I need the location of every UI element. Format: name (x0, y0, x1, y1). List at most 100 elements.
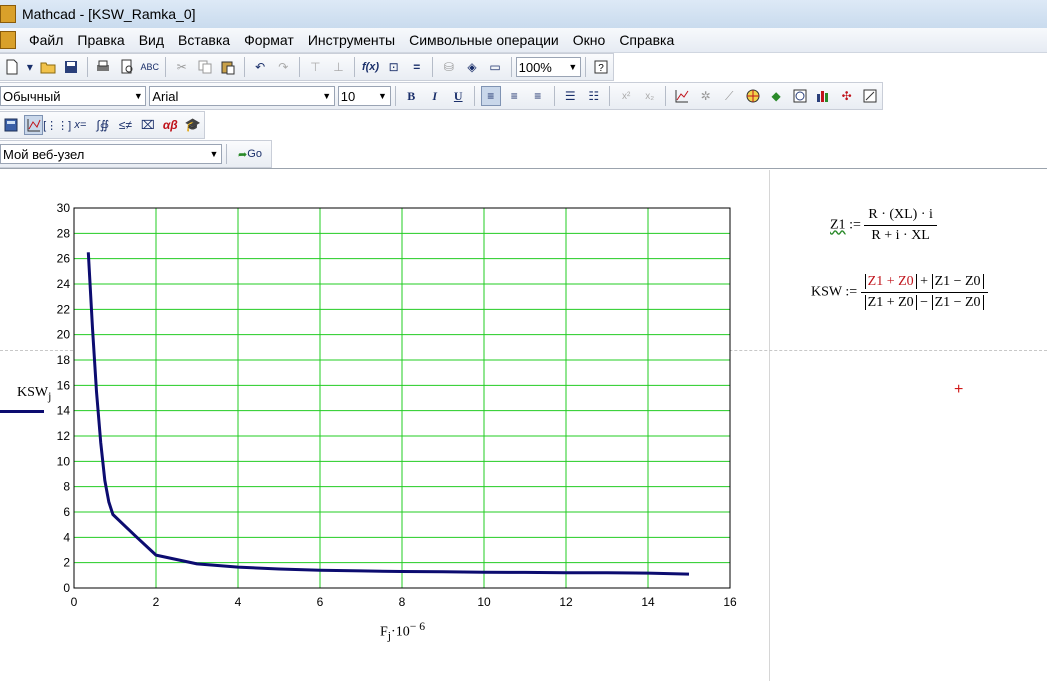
numbered-list-icon[interactable]: ☷ (584, 86, 604, 106)
new-dropdown-chevron-icon[interactable]: ▾ (25, 57, 35, 77)
help-icon[interactable]: ? (592, 57, 611, 77)
menu-view[interactable]: Вид (132, 32, 171, 48)
vector-field-icon[interactable]: ✣ (837, 86, 857, 106)
bullet-list-icon[interactable]: ☰ (560, 86, 580, 106)
separator (86, 57, 88, 77)
menu-edit[interactable]: Правка (70, 32, 131, 48)
cut-icon[interactable]: ✂ (172, 57, 191, 77)
programming-icon[interactable]: ⌧ (139, 115, 157, 135)
insert-function-icon[interactable]: f(x) (361, 57, 380, 77)
3d-scatter-icon[interactable]: ◆ (766, 86, 786, 106)
matrix-icon[interactable]: [⋮⋮] (43, 115, 71, 135)
plus-operator: + (920, 274, 929, 289)
x-tick-label: 0 (71, 595, 78, 609)
menu-help[interactable]: Справка (612, 32, 681, 48)
separator (609, 86, 611, 106)
evaluation-icon[interactable]: x= (71, 115, 89, 135)
menu-file[interactable]: Файл (22, 32, 70, 48)
menu-format[interactable]: Формат (237, 32, 301, 48)
window-title: Mathcad - [KSW_Ramka_0] (22, 6, 196, 22)
go-button[interactable]: ➦ Go (233, 144, 267, 164)
x-tick-label: 12 (559, 595, 573, 609)
print-preview-icon[interactable] (117, 57, 136, 77)
chevron-down-icon: ▼ (322, 91, 332, 101)
greek-icon[interactable]: αβ (161, 115, 179, 135)
font-size-select[interactable]: 10 ▼ (337, 86, 391, 106)
style-select[interactable]: Обычный ▼ (0, 86, 147, 106)
contour-plot-icon[interactable] (743, 86, 763, 106)
bold-button[interactable]: B (401, 86, 421, 106)
z1-numerator: R · (XL) · i (868, 207, 933, 222)
web-location-select[interactable]: Мой веб-узел ▼ (0, 144, 222, 164)
ksw-fraction: Z1 + Z0 + Z1 − Z0 Z1 + Z0 − Z1 − Z0 (860, 272, 988, 313)
align-left-icon[interactable]: ≡ (480, 86, 501, 106)
show-region-icon[interactable]: ▭ (486, 57, 505, 77)
graph-toolbar-icon[interactable] (24, 115, 44, 135)
zoom-select[interactable]: 100% ▼ (515, 57, 581, 77)
calculus-icon[interactable]: ∫∯ (94, 115, 112, 135)
open-folder-icon[interactable] (39, 57, 58, 77)
save-icon[interactable] (62, 57, 81, 77)
menu-insert[interactable]: Вставка (171, 32, 237, 48)
3d-bar-icon[interactable] (790, 86, 810, 106)
calculate-icon[interactable]: = (407, 57, 426, 77)
underline-button[interactable]: U (448, 86, 468, 106)
font-select[interactable]: Arial ▼ (149, 86, 335, 106)
web-location-value: Мой веб-узел (3, 146, 85, 162)
new-document-icon[interactable] (2, 57, 21, 77)
y-tick-label: 16 (57, 378, 71, 392)
menu-window[interactable]: Окно (566, 32, 613, 48)
chevron-down-icon: ▼ (378, 91, 387, 101)
insert-unit-icon[interactable]: ⊡ (384, 57, 403, 77)
y-tick-label: 4 (63, 530, 70, 544)
y-tick-label: 18 (57, 353, 71, 367)
subscript-icon[interactable]: x₂ (640, 86, 660, 106)
y-tick-label: 28 (57, 226, 71, 240)
menu-symbolics[interactable]: Символьные операции (402, 32, 566, 48)
x-tick-label: 8 (399, 595, 406, 609)
separator (243, 57, 245, 77)
separator (584, 57, 586, 77)
surface-plot-icon[interactable]: ⟋ (719, 86, 739, 106)
align-down-icon[interactable]: ⊥ (329, 57, 348, 77)
print-icon[interactable] (94, 57, 113, 77)
insert-component-icon[interactable]: ⛁ (439, 57, 458, 77)
align-center-icon[interactable]: ≡ (505, 86, 525, 106)
separator (394, 86, 396, 106)
y-tick-label: 8 (63, 480, 70, 494)
paste-icon[interactable] (218, 57, 237, 77)
separator (473, 86, 475, 106)
redo-icon[interactable]: ↷ (274, 57, 293, 77)
calculator-icon[interactable] (2, 115, 20, 135)
separator (665, 86, 667, 106)
plot-wizard-icon[interactable] (860, 86, 880, 106)
y-tick-label: 10 (57, 454, 71, 468)
superscript-icon[interactable]: x² (616, 86, 636, 106)
bar-chart-icon[interactable] (813, 86, 833, 106)
ksw-variable: KSW (811, 284, 842, 300)
italic-button[interactable]: I (425, 86, 445, 106)
undo-icon[interactable]: ↶ (251, 57, 270, 77)
ksw-definition[interactable]: KSW := Z1 + Z0 + Z1 − Z0 Z1 + Z0 − Z1 − … (811, 272, 988, 313)
separator (226, 144, 227, 164)
align-top-icon[interactable]: ⊤ (306, 57, 325, 77)
abs-z1-minus-z0: Z1 − Z0 (931, 295, 984, 310)
symbolic-icon[interactable]: 🎓 (184, 115, 202, 135)
align-right-icon[interactable]: ≡ (528, 86, 548, 106)
z1-denominator: R + i · XL (871, 228, 930, 243)
z1-definition[interactable]: Z1 := R · (XL) · i R + i · XL (830, 205, 937, 246)
xy-plot-icon[interactable] (672, 86, 692, 106)
x-tick-label: 14 (641, 595, 655, 609)
spell-check-icon[interactable]: ABC (140, 57, 159, 77)
copy-icon[interactable] (195, 57, 214, 77)
document-icon[interactable] (0, 31, 16, 49)
resources-icon[interactable]: ◈ (462, 57, 481, 77)
polar-plot-icon[interactable]: ✲ (696, 86, 716, 106)
y-axis-legend-label: KSWj (17, 385, 52, 403)
xy-plot[interactable]: 0 2 4 6 8 10 12 14 16024681012141618202224262830 (0, 170, 760, 620)
abs-z1-plus-z0: Z1 + Z0 (864, 274, 917, 289)
boolean-icon[interactable]: ≤≠ (116, 115, 134, 135)
menu-tools[interactable]: Инструменты (301, 32, 402, 48)
z1-variable: Z1 (830, 217, 846, 233)
y-tick-label: 0 (63, 581, 70, 595)
